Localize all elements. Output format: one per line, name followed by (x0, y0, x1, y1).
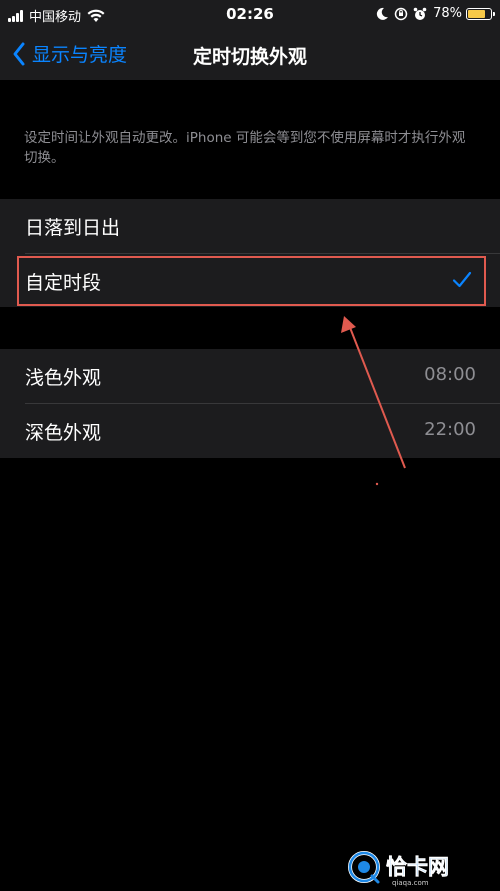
battery-percent: 78% (433, 6, 462, 21)
back-button-label: 显示与亮度 (32, 44, 128, 66)
checkmark-icon (452, 271, 472, 288)
status-bar-right: 78% (370, 6, 495, 21)
dark-appearance-row[interactable]: 深色外观 22:00 (0, 404, 500, 458)
option-sunset-to-sunrise[interactable]: 日落到日出 (0, 199, 500, 253)
schedule-description: 设定时间让外观自动更改。iPhone 可能会等到您不使用屏幕时才执行外观切换。 (24, 130, 466, 166)
status-bar: 中国移动 02:26 78% (0, 0, 500, 30)
svg-text:qiaqa.com: qiaqa.com (392, 879, 429, 887)
watermark-graphic: 恰卡网 qiaqa.com (348, 851, 449, 887)
option-label: 日落到日出 (25, 217, 121, 239)
navigation-bar: 显示与亮度 定时切换外观 (0, 30, 500, 80)
option-label: 自定时段 (25, 272, 102, 294)
option-custom-schedule[interactable]: 自定时段 (0, 254, 500, 308)
light-appearance-row[interactable]: 浅色外观 08:00 (0, 349, 500, 403)
dark-appearance-time: 22:00 (424, 419, 476, 440)
back-button[interactable]: 显示与亮度 (12, 40, 127, 67)
orientation-lock-icon (394, 7, 408, 20)
svg-text:恰卡网: 恰卡网 (386, 855, 449, 879)
moon-icon (376, 7, 389, 20)
dark-appearance-label: 深色外观 (25, 422, 102, 444)
schedule-options-group: 日落到日出 自定时段 (0, 199, 500, 307)
battery-fill (468, 9, 485, 18)
light-appearance-time: 08:00 (424, 364, 476, 385)
light-appearance-label: 浅色外观 (25, 367, 102, 389)
alarm-icon (413, 7, 427, 20)
chevron-left-icon (13, 42, 25, 65)
battery-icon (466, 7, 495, 20)
custom-schedule-group: 浅色外观 08:00 深色外观 22:00 (0, 349, 500, 458)
watermark-logo: 恰卡网 qiaqa.com (342, 847, 492, 887)
